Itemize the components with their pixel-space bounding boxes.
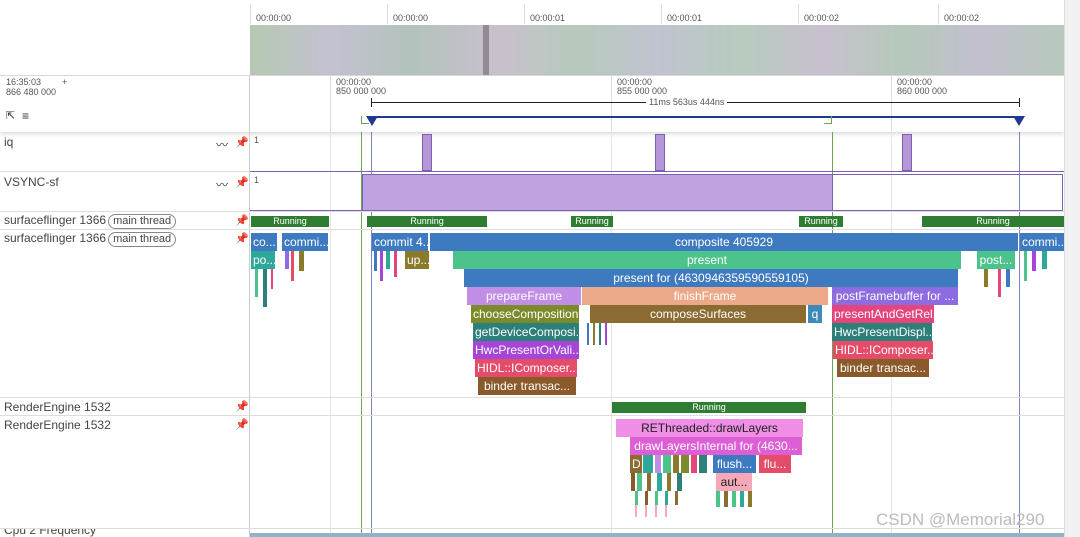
main-thread-tag: main thread bbox=[108, 214, 177, 229]
slice[interactable]: chooseComposition... bbox=[471, 305, 579, 323]
track-title: VSYNC-sf bbox=[4, 175, 59, 189]
flag-marker-icon[interactable] bbox=[824, 116, 832, 124]
running-state[interactable]: Running bbox=[571, 216, 613, 227]
track-title: surfaceflinger 1366 main thread bbox=[4, 231, 177, 247]
slice[interactable]: po... bbox=[251, 251, 275, 269]
time-mark: 00:00:00 850 000 000 bbox=[336, 77, 387, 96]
running-state[interactable]: Running bbox=[612, 402, 806, 413]
pin-icon[interactable]: 📌 bbox=[235, 232, 249, 245]
track-scale: 1 bbox=[254, 135, 260, 145]
pin-icon[interactable]: 📌 bbox=[235, 176, 249, 189]
slice[interactable]: finishFrame bbox=[582, 287, 828, 305]
overview-tick-area: 00:00:00 00:00:00 00:00:01 00:00:01 00:0… bbox=[250, 0, 1064, 24]
slice[interactable]: present for (4630946359590559105) bbox=[464, 269, 958, 287]
time-mark: 00:00:00 860 000 000 bbox=[897, 77, 948, 96]
collapse-all-icon[interactable]: ⇱ bbox=[6, 110, 18, 122]
flag-marker-icon[interactable] bbox=[361, 116, 369, 124]
track-title: Cpu 2 Frequency bbox=[4, 528, 97, 537]
slice[interactable]: commi... bbox=[1020, 233, 1064, 251]
overview-minimap[interactable] bbox=[250, 25, 1064, 75]
running-state[interactable]: Running bbox=[799, 216, 843, 227]
slice[interactable]: q bbox=[808, 305, 822, 323]
sort-icon[interactable]: ≡ bbox=[22, 110, 34, 122]
counter-bar[interactable] bbox=[655, 134, 665, 171]
watermark: CSDN @Memorial290 bbox=[876, 510, 1045, 529]
slice[interactable]: post... bbox=[977, 251, 1015, 269]
overview-tick-label: 00:00:01 bbox=[530, 13, 566, 23]
timestamp-offset: 866 480 000 bbox=[6, 87, 57, 97]
track-title: RenderEngine 1532 bbox=[4, 400, 111, 414]
slice[interactable]: HIDL::IComposer... bbox=[833, 341, 933, 359]
slice[interactable]: up... bbox=[405, 251, 429, 269]
pin-icon[interactable]: 📌 bbox=[235, 400, 249, 413]
small-slices bbox=[251, 251, 311, 329]
pin-icon[interactable]: 📌 bbox=[235, 214, 249, 227]
small-slices bbox=[716, 491, 756, 511]
small-slices bbox=[631, 455, 713, 525]
slice[interactable]: composeSurfaces bbox=[590, 305, 806, 323]
area-span-line bbox=[371, 116, 1020, 118]
track-iq[interactable]: iq 〰 📌 1 bbox=[0, 132, 1064, 172]
track-renderengine-state[interactable]: RenderEngine 1532 📌 Running bbox=[0, 398, 1064, 416]
chart-line-icon[interactable]: 〰 bbox=[216, 176, 228, 193]
slice[interactable]: aut... bbox=[716, 473, 752, 491]
timestamp-plus: + bbox=[62, 77, 68, 87]
overview-tick-label: 00:00:00 bbox=[393, 13, 429, 23]
slice[interactable]: flu... bbox=[759, 455, 791, 473]
slice[interactable]: binder transac... bbox=[837, 359, 929, 377]
track-surfaceflinger-state[interactable]: surfaceflinger 1366 main thread 📌 Running… bbox=[0, 212, 1064, 230]
track-title: iq bbox=[4, 135, 14, 149]
running-state[interactable]: Running bbox=[367, 216, 487, 227]
pin-icon[interactable]: 📌 bbox=[235, 418, 249, 431]
counter-bar[interactable] bbox=[902, 134, 912, 171]
slice[interactable]: prepareFrame bbox=[467, 287, 581, 305]
time-header: 16:35:03 + 866 480 000 ⇱ ≡ 00:00:00 850 0… bbox=[0, 76, 1064, 132]
overview-tick-label: 00:00:01 bbox=[667, 13, 703, 23]
main-thread-tag: main thread bbox=[108, 232, 177, 247]
slice[interactable]: REThreaded::drawLayers bbox=[616, 419, 803, 437]
overview-tick-label: 00:00:02 bbox=[944, 13, 980, 23]
vertical-scrollbar[interactable] bbox=[1064, 0, 1080, 537]
slice[interactable]: composite 405929 bbox=[430, 233, 1018, 251]
track-area: iq 〰 📌 1 VSYNC-sf 〰 📌 1 surfaceflinger 1… bbox=[0, 132, 1064, 537]
small-slices bbox=[372, 251, 406, 311]
slice[interactable]: HwcPresentDispl... bbox=[832, 323, 932, 341]
duration-label: 11ms 563us 444ns bbox=[646, 98, 728, 107]
pin-icon[interactable]: 📌 bbox=[235, 136, 249, 149]
track-title: RenderEngine 1532 bbox=[4, 418, 111, 432]
overview-tick-label: 00:00:00 bbox=[256, 13, 292, 23]
overview-panel[interactable]: 00:00:00 00:00:00 00:00:01 00:00:01 00:0… bbox=[0, 0, 1080, 76]
track-title: surfaceflinger 1366 main thread bbox=[4, 213, 177, 229]
small-slices bbox=[980, 251, 1064, 309]
counter-bar[interactable] bbox=[422, 134, 432, 171]
overview-tick-label: 00:00:02 bbox=[804, 13, 840, 23]
time-mark: 00:00:00 855 000 000 bbox=[617, 77, 668, 96]
slice[interactable]: presentAndGetRel... bbox=[832, 305, 934, 323]
slice[interactable]: present bbox=[453, 251, 961, 269]
slice[interactable]: drawLayersInternal for (4630... bbox=[630, 437, 802, 455]
slice[interactable]: HwcPresentOrVali... bbox=[473, 341, 579, 359]
slice[interactable]: HIDL::IComposer... bbox=[475, 359, 577, 377]
slice[interactable]: postFramebuffer for ... bbox=[832, 287, 958, 305]
slice[interactable]: co... bbox=[251, 233, 277, 251]
timestamp-clock: 16:35:03 bbox=[6, 77, 42, 87]
small-slices bbox=[585, 323, 615, 353]
track-vsync-sf[interactable]: VSYNC-sf 〰 📌 1 bbox=[0, 172, 1064, 212]
slice[interactable]: flush... bbox=[713, 455, 756, 473]
slice[interactable]: binder transac... bbox=[478, 377, 576, 395]
running-state[interactable]: Running bbox=[922, 216, 1064, 227]
slice[interactable]: commit 4... bbox=[372, 233, 428, 251]
running-state[interactable]: Running bbox=[251, 216, 329, 227]
chart-line-icon[interactable]: 〰 bbox=[216, 136, 228, 153]
track-scale: 1 bbox=[254, 175, 260, 185]
track-surfaceflinger-slices[interactable]: surfaceflinger 1366 main thread 📌 co... c… bbox=[0, 230, 1064, 398]
counter-bar[interactable] bbox=[362, 174, 833, 211]
slice[interactable]: commi... bbox=[282, 233, 328, 251]
overview-selection-marker bbox=[483, 25, 489, 75]
slice[interactable]: D bbox=[630, 455, 642, 473]
slice[interactable]: getDeviceComposi... bbox=[473, 323, 579, 341]
